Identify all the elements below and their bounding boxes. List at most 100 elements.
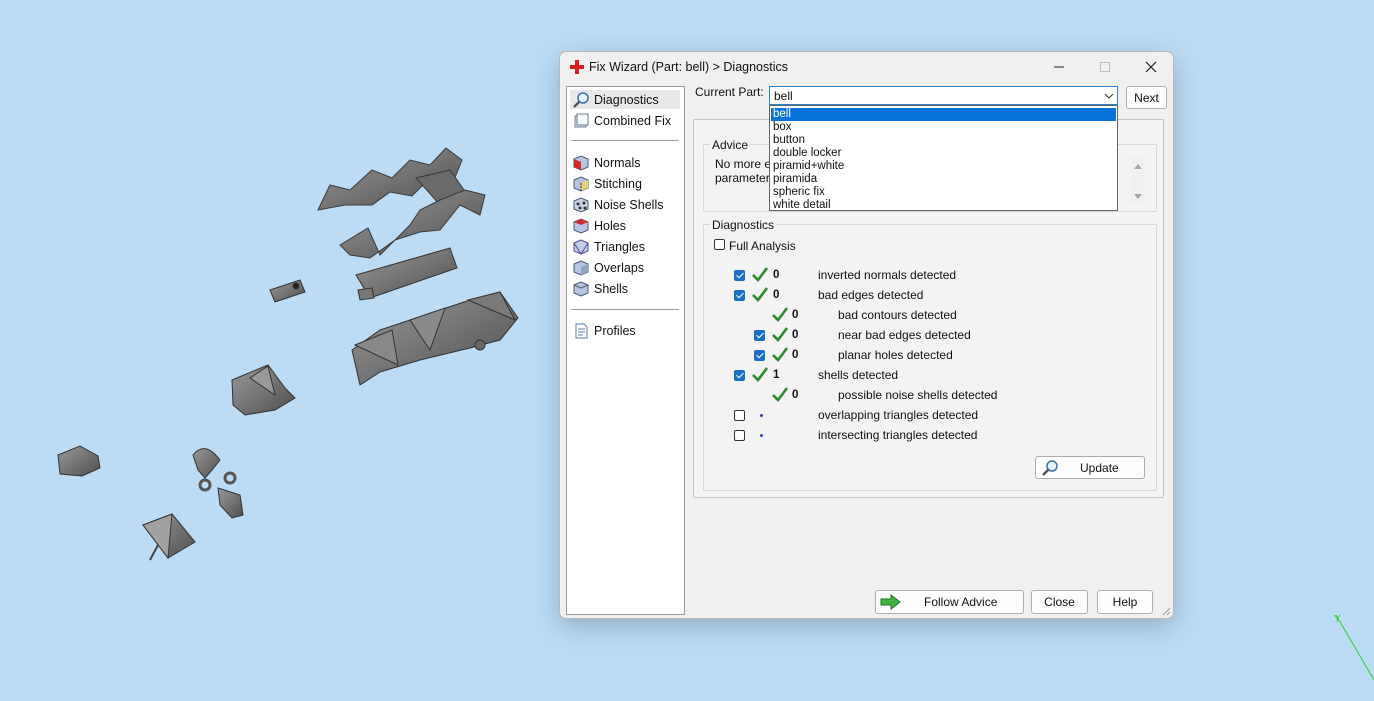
- sidebar-item-label: Normals: [594, 155, 641, 170]
- sidebar-item-label: Triangles: [594, 239, 645, 254]
- close-window-button[interactable]: [1129, 55, 1173, 79]
- sidebar-item-label: Diagnostics: [594, 92, 659, 107]
- check-mark-icon: [772, 347, 788, 362]
- overlapping-triangles-checkbox[interactable]: [734, 410, 745, 421]
- advice-group-title: Advice: [710, 138, 751, 152]
- dropdown-option[interactable]: double locker: [771, 147, 1116, 160]
- diagnostic-description: planar holes detected: [838, 348, 953, 362]
- sidebar-item-diagnostics[interactable]: Diagnostics: [570, 90, 680, 109]
- overlaps-cube-icon: [573, 259, 589, 276]
- intersecting-triangles-checkbox[interactable]: [734, 430, 745, 441]
- diagnostic-count: 0: [792, 389, 799, 401]
- sidebar-divider: [571, 140, 679, 141]
- diagnostic-description: inverted normals detected: [818, 268, 957, 282]
- dropdown-option[interactable]: piramid+white: [771, 160, 1116, 173]
- title-bar[interactable]: Fix Wizard (Part: bell) > Diagnostics: [560, 52, 1173, 82]
- part-spheric: [57, 445, 101, 477]
- normals-cube-icon: [573, 154, 589, 171]
- holes-cube-icon: [573, 217, 589, 234]
- resize-grip-icon[interactable]: [1161, 606, 1171, 616]
- current-part-label: Current Part:: [695, 85, 764, 99]
- dropdown-option[interactable]: bell: [771, 108, 1116, 121]
- update-button-label: Update: [1080, 460, 1119, 475]
- triangles-cube-icon: [573, 238, 589, 255]
- follow-advice-label: Follow Advice: [924, 595, 998, 609]
- check-mark-icon: [752, 367, 768, 382]
- dropdown-option[interactable]: white detail: [771, 199, 1116, 212]
- sidebar-item-overlaps[interactable]: Overlaps: [570, 258, 680, 277]
- diagnostic-count: 1: [773, 369, 780, 381]
- update-button[interactable]: Update: [1035, 456, 1145, 479]
- noise-shells-cube-icon: [573, 196, 589, 213]
- follow-advice-button[interactable]: Follow Advice: [875, 590, 1024, 614]
- full-analysis-label: Full Analysis: [729, 239, 796, 253]
- close-icon: [1145, 61, 1157, 73]
- sidebar-item-profiles[interactable]: Profiles: [570, 321, 680, 340]
- sidebar-item-triangles[interactable]: Triangles: [570, 237, 680, 256]
- help-button[interactable]: Help: [1097, 590, 1153, 614]
- wizard-sidebar: Diagnostics Combined Fix Normals Stitchi…: [566, 86, 685, 615]
- diagnostic-count: 0: [792, 309, 799, 321]
- profiles-document-icon: [575, 323, 588, 338]
- part-button: [269, 279, 306, 303]
- sidebar-item-label: Overlaps: [594, 260, 645, 275]
- maximize-button: [1083, 55, 1127, 79]
- minimize-icon: [1054, 66, 1064, 68]
- diagnostic-count: 0: [773, 289, 780, 301]
- pending-dot-icon: [760, 414, 763, 417]
- inverted-normals-checkbox[interactable]: [734, 270, 745, 281]
- diagnostics-group-title: Diagnostics: [710, 218, 777, 232]
- bad-edges-checkbox[interactable]: [734, 290, 745, 301]
- check-mark-icon: [772, 327, 788, 342]
- part-pyramid: [142, 513, 196, 561]
- sidebar-item-label: Combined Fix: [594, 113, 672, 128]
- part-long-box: [351, 291, 519, 386]
- part-box: [231, 364, 296, 416]
- dropdown-option[interactable]: box: [771, 121, 1116, 134]
- dropdown-option[interactable]: spheric fix: [771, 186, 1116, 199]
- sidebar-item-normals[interactable]: Normals: [570, 153, 680, 172]
- chevron-down-icon: [1104, 93, 1114, 99]
- check-mark-icon: [752, 287, 768, 302]
- window-title: Fix Wizard (Part: bell) > Diagnostics: [589, 60, 789, 74]
- red-cross-app-icon: [570, 60, 584, 74]
- magnifier-icon: [1042, 459, 1058, 476]
- check-mark-icon: [772, 307, 788, 322]
- check-mark-icon: [772, 387, 788, 402]
- shells-checkbox[interactable]: [734, 370, 745, 381]
- dropdown-option[interactable]: piramida: [771, 173, 1116, 186]
- diagnostic-description: near bad edges detected: [838, 328, 971, 342]
- advice-scrollbar[interactable]: [1131, 156, 1145, 204]
- diagnostic-description: shells detected: [818, 368, 899, 382]
- sidebar-item-holes[interactable]: Holes: [570, 216, 680, 235]
- near-bad-edges-checkbox[interactable]: [754, 330, 765, 341]
- diagnostic-description: possible noise shells detected: [838, 388, 998, 402]
- minimize-button[interactable]: [1037, 55, 1081, 79]
- scroll-arrows-icon: [1134, 164, 1142, 199]
- sidebar-item-combined-fix[interactable]: Combined Fix: [570, 111, 680, 130]
- current-part-combobox[interactable]: bell: [769, 86, 1118, 105]
- part-mushroom: [192, 448, 244, 519]
- sidebar-item-noise-shells[interactable]: Noise Shells: [570, 195, 680, 214]
- advice-line: parameters: [715, 171, 776, 185]
- diagnostic-description: overlapping triangles detected: [818, 408, 979, 422]
- full-analysis-checkbox[interactable]: [714, 239, 725, 250]
- diagnostic-count: 0: [792, 329, 799, 341]
- close-button[interactable]: Close: [1031, 590, 1088, 614]
- check-mark-icon: [752, 267, 768, 282]
- sidebar-item-shells[interactable]: Shells: [570, 279, 680, 298]
- shells-cube-icon: [573, 280, 589, 297]
- advice-line: No more e: [715, 157, 772, 171]
- planar-holes-checkbox[interactable]: [754, 350, 765, 361]
- sidebar-item-stitching[interactable]: Stitching: [570, 174, 680, 193]
- sidebar-divider: [571, 309, 679, 310]
- diagnostic-description: intersecting triangles detected: [818, 428, 978, 442]
- combined-fix-icon: [574, 113, 589, 127]
- diagnostic-count: 0: [792, 349, 799, 361]
- sidebar-item-label: Profiles: [594, 323, 636, 338]
- dropdown-option[interactable]: button: [771, 134, 1116, 147]
- sidebar-item-label: Holes: [594, 218, 626, 233]
- diagnostic-description: bad contours detected: [838, 308, 957, 322]
- current-part-dropdown-list: bell box button double locker piramid+wh…: [769, 105, 1118, 211]
- next-part-button[interactable]: Next: [1126, 86, 1167, 109]
